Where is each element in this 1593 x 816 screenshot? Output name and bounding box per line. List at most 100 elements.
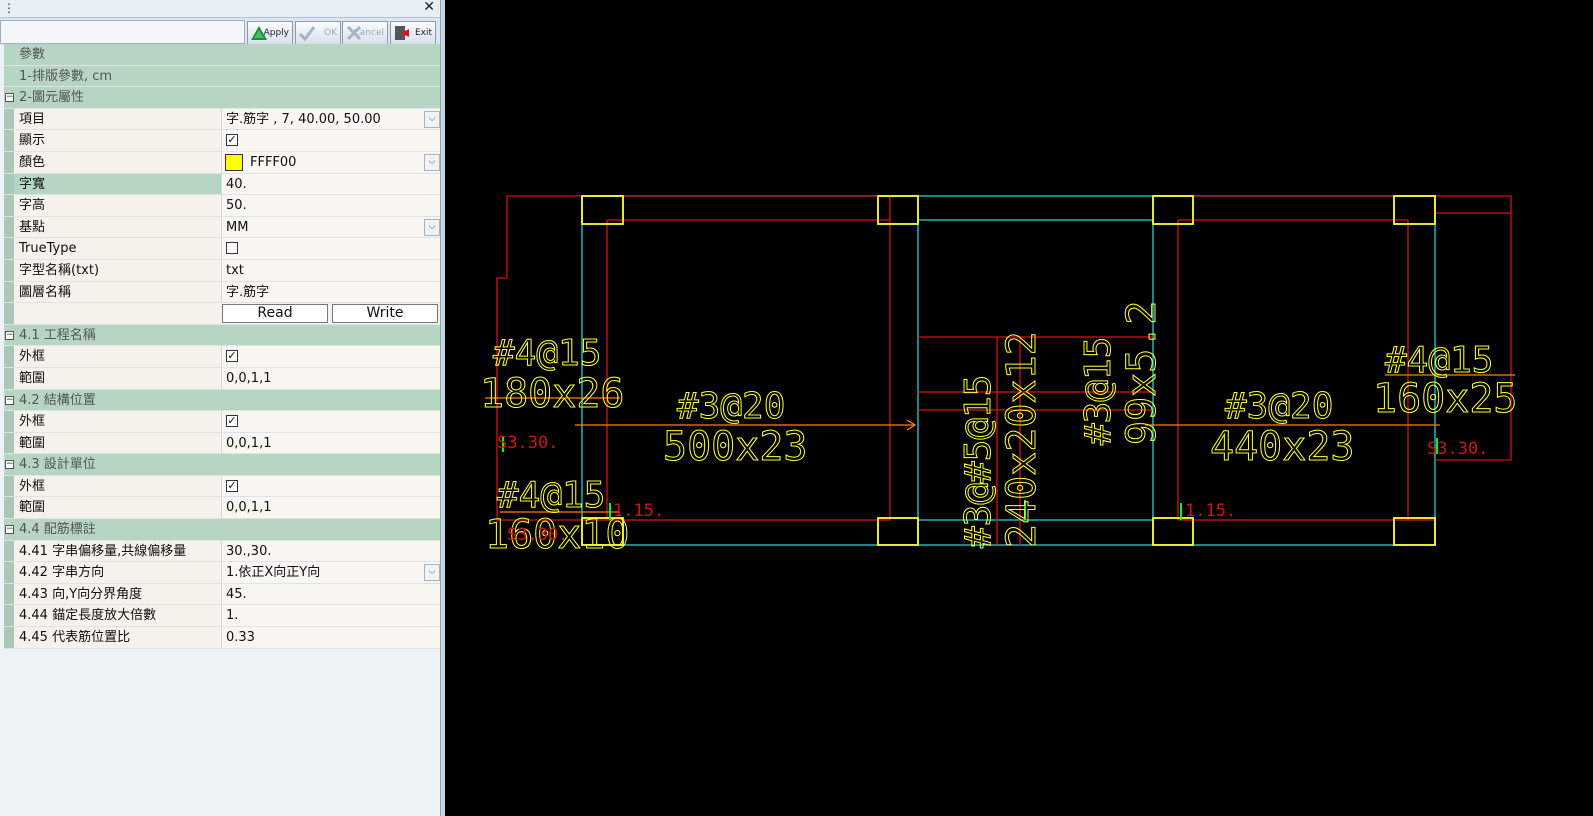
row-label: 字型名稱(txt): [19, 262, 100, 278]
row-gutter: [4, 259, 14, 281]
row-gutter: [4, 367, 14, 389]
vertical-size-label: 240x20x12: [999, 331, 1045, 548]
string-offset-input[interactable]: 30.,30.: [221, 540, 440, 562]
anchor-scale-input[interactable]: 1.: [221, 605, 440, 627]
cad-canvas[interactable]: #4@15 180x26 #3@20 500x23 #4@15 160x10 #…: [445, 0, 1593, 816]
row-frame: 外框 ✓: [4, 411, 440, 433]
row-anchor-scale: 4.44 錨定長度放大倍數 1.: [4, 605, 440, 628]
range-input[interactable]: 0,0,1,1: [221, 497, 440, 519]
section-label: 2-圖元屬性: [19, 90, 84, 106]
collapse-icon[interactable]: −: [5, 460, 14, 470]
collapse-icon[interactable]: −: [5, 395, 14, 405]
level-label: 1.15.: [613, 501, 664, 521]
row-label: 字高: [19, 198, 46, 214]
text-width-value: 40.: [226, 176, 247, 192]
rebar-ratio-input[interactable]: 0.33: [221, 627, 440, 648]
collapse-icon[interactable]: −: [5, 93, 14, 103]
font-name-input[interactable]: txt: [221, 259, 440, 281]
section-project-name[interactable]: − 4.1 工程名稱: [4, 324, 440, 347]
row-gutter: [4, 605, 14, 627]
row-label: 圖層名稱: [19, 284, 72, 300]
row-gutter: [4, 216, 14, 238]
column: [1393, 517, 1436, 546]
chevron-down-icon[interactable]: ⌵: [424, 564, 440, 582]
color-select[interactable]: FFFF00 ⌵: [221, 151, 440, 173]
row-gutter: [4, 411, 14, 432]
section-entity-attributes[interactable]: − 2-圖元屬性: [4, 87, 440, 109]
row-truetype: TrueType: [4, 238, 440, 260]
cancel-icon: [346, 25, 362, 41]
cad-drawing: #4@15 180x26 #3@20 500x23 #4@15 160x10 #…: [480, 195, 1518, 559]
text-width-input[interactable]: 40.: [221, 173, 440, 195]
row-label: TrueType: [19, 241, 77, 257]
string-offset-value: 30.,30.: [226, 543, 272, 559]
level-label: 1.15.: [1185, 501, 1236, 521]
row-label: 4.41 字串偏移量,共線偏移量: [19, 543, 187, 559]
row-read-write: Read Write: [4, 303, 440, 325]
row-label: 4.45 代表筋位置比: [19, 630, 131, 646]
layer-name-value: 字.筋字: [226, 284, 270, 300]
section-design-unit[interactable]: − 4.3 設計單位: [4, 454, 440, 476]
frame-checkbox[interactable]: ✓: [226, 415, 238, 428]
size-label: 160x25: [1373, 376, 1518, 422]
row-label: 範圍: [19, 500, 46, 516]
close-icon[interactable]: ✕: [423, 0, 435, 15]
section-label: 4.2 結構位置: [19, 392, 96, 408]
read-button[interactable]: Read: [222, 304, 328, 324]
apply-button[interactable]: Apply: [247, 21, 293, 45]
exit-button[interactable]: Exit: [390, 21, 436, 45]
item-select[interactable]: 字.筋字 , 7, 40.00, 50.00 ⌵: [221, 108, 440, 130]
row-range: 範圍 0,0,1,1: [4, 432, 440, 455]
range-input[interactable]: 0,0,1,1: [221, 432, 440, 454]
panel-titlebar: ⋮ ✕: [0, 0, 445, 18]
range-value: 0,0,1,1: [226, 500, 272, 516]
truetype-checkbox[interactable]: [226, 242, 238, 255]
section-structure-position[interactable]: − 4.2 結構位置: [4, 389, 440, 412]
row-gutter: [4, 238, 14, 259]
row-gutter: [4, 475, 14, 497]
layer-name-input[interactable]: 字.筋字: [221, 281, 440, 303]
apply-icon: [251, 26, 267, 40]
size-label: 180x26: [480, 371, 625, 417]
section-rebar-annotation[interactable]: − 4.4 配筋標註: [4, 519, 440, 541]
pin-icon[interactable]: ⋮: [3, 0, 15, 16]
header-label: 參數: [19, 47, 46, 62]
rebar-label: #4@15: [497, 475, 605, 516]
row-base-point: 基點 MM ⌵: [4, 216, 440, 239]
row-gutter: [4, 562, 14, 583]
row-range: 範圍 0,0,1,1: [4, 367, 440, 390]
collapse-icon[interactable]: −: [5, 330, 14, 340]
rebar-ratio-value: 0.33: [226, 630, 255, 646]
row-label: 4.43 向,Y向分界角度: [19, 586, 143, 602]
frame-checkbox[interactable]: ✓: [226, 350, 238, 363]
ok-button[interactable]: OK: [295, 21, 341, 45]
frame-checkbox[interactable]: ✓: [226, 479, 238, 492]
chevron-down-icon[interactable]: ⌵: [424, 110, 440, 128]
range-value: 0,0,1,1: [226, 370, 272, 386]
chevron-down-icon[interactable]: ⌵: [424, 218, 440, 236]
range-input[interactable]: 0,0,1,1: [221, 367, 440, 389]
text-height-input[interactable]: 50.: [221, 195, 440, 216]
boundary-angle-input[interactable]: 45.: [221, 583, 440, 605]
color-value: FFFF00: [250, 154, 297, 170]
row-gutter: [4, 540, 14, 562]
boundary-angle-value: 45.: [226, 586, 247, 602]
property-grid: 參數 1-排版參數, cm − 2-圖元屬性 項目 字.筋字 , 7, 40.0…: [4, 44, 440, 649]
row-label: 字寬: [19, 176, 46, 192]
grid-header: 參數: [4, 44, 440, 66]
row-gutter: [4, 497, 14, 519]
section-label: 1-排版參數, cm: [19, 68, 113, 84]
string-direction-select[interactable]: 1.依正X向正Y向 ⌵: [221, 562, 440, 583]
row-boundary-angle: 4.43 向,Y向分界角度 45.: [4, 583, 440, 606]
truetype-value-cell: [221, 238, 440, 259]
section-layout-params[interactable]: 1-排版參數, cm: [4, 65, 440, 88]
range-value: 0,0,1,1: [226, 435, 272, 451]
section-label: 4.3 設計單位: [19, 457, 96, 473]
cancel-button[interactable]: Cancel: [342, 21, 388, 45]
chevron-down-icon[interactable]: ⌵: [424, 153, 440, 171]
write-button[interactable]: Write: [332, 304, 438, 324]
base-point-select[interactable]: MM ⌵: [221, 216, 440, 238]
frame-value-cell: ✓: [221, 346, 440, 367]
show-checkbox[interactable]: ✓: [226, 134, 238, 147]
collapse-icon[interactable]: −: [5, 525, 14, 535]
